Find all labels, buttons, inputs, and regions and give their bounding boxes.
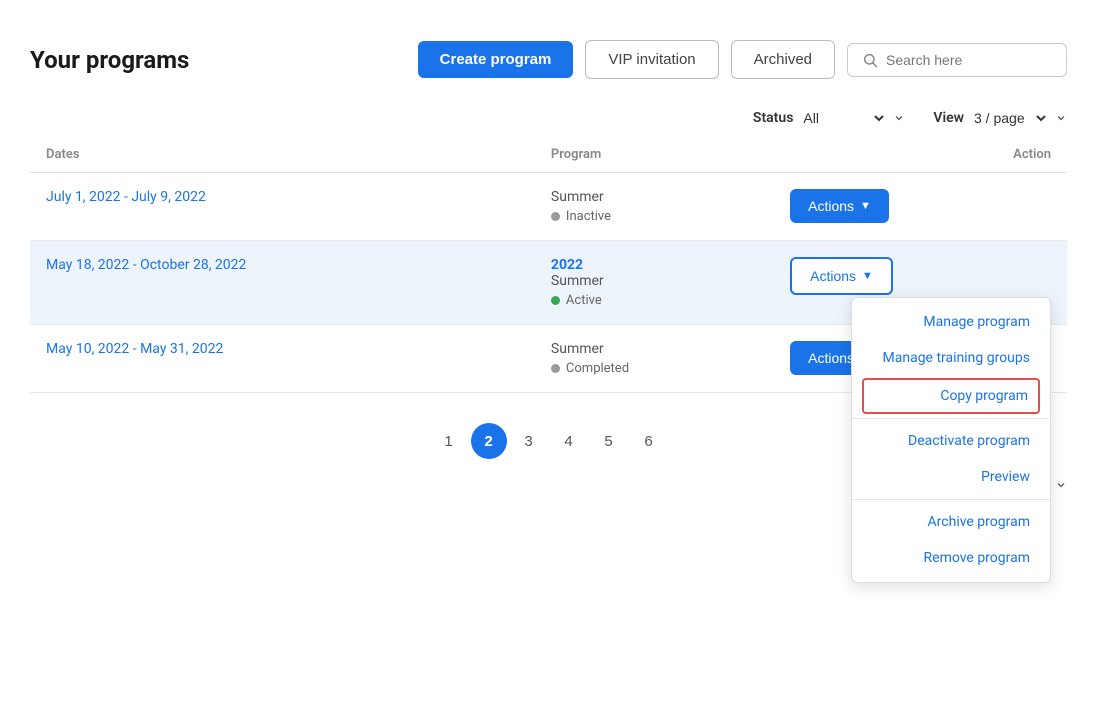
page-3-button[interactable]: 3 bbox=[511, 423, 547, 459]
page-1-button[interactable]: 1 bbox=[431, 423, 467, 459]
programs-table: Dates Program Action July 1, 2022 - July… bbox=[30, 137, 1067, 393]
actions-dropdown: Manage program Manage training groups Co… bbox=[851, 297, 1051, 583]
view-select[interactable]: 3 / page 5 / page 10 / page bbox=[970, 109, 1049, 127]
search-icon bbox=[862, 52, 878, 68]
table-row: May 18, 2022 - October 28, 2022 2022 Sum… bbox=[30, 241, 1067, 325]
dropdown-item-archive-program[interactable]: Archive program bbox=[852, 504, 1050, 540]
dropdown-divider-2 bbox=[852, 499, 1050, 500]
date-cell: July 1, 2022 - July 9, 2022 bbox=[30, 173, 535, 241]
dropdown-item-manage-training-groups[interactable]: Manage training groups bbox=[852, 340, 1050, 376]
page-5-button[interactable]: 5 bbox=[591, 423, 627, 459]
dropdown-item-manage-program[interactable]: Manage program bbox=[852, 304, 1050, 340]
chevron-down-icon bbox=[893, 112, 905, 124]
status-dot-completed bbox=[551, 364, 560, 373]
create-program-button[interactable]: Create program bbox=[418, 41, 574, 78]
date-cell: May 18, 2022 - October 28, 2022 bbox=[30, 241, 535, 325]
vip-invitation-button[interactable]: VIP invitation bbox=[585, 40, 718, 79]
page-4-button[interactable]: 4 bbox=[551, 423, 587, 459]
archived-button[interactable]: Archived bbox=[731, 40, 835, 79]
action-cell: Actions ▼ bbox=[774, 173, 1067, 241]
status-text: Active bbox=[566, 293, 602, 308]
program-cell: Summer Completed bbox=[535, 325, 774, 393]
search-input[interactable] bbox=[886, 52, 1052, 68]
page-title: Your programs bbox=[30, 46, 406, 74]
status-dot-inactive bbox=[551, 212, 560, 221]
dropdown-item-copy-program[interactable]: Copy program bbox=[862, 378, 1040, 414]
search-box bbox=[847, 43, 1067, 77]
status-filter[interactable]: Status All Active Inactive Completed bbox=[753, 109, 905, 127]
col-dates: Dates bbox=[30, 137, 535, 173]
chevron-down-icon bbox=[1055, 479, 1067, 491]
dropdown-item-remove-program[interactable]: Remove program bbox=[852, 540, 1050, 576]
dropdown-item-deactivate-program[interactable]: Deactivate program bbox=[852, 423, 1050, 459]
caret-icon: ▼ bbox=[862, 270, 873, 282]
actions-button-active[interactable]: Actions ▼ bbox=[790, 257, 893, 295]
actions-button[interactable]: Actions ▼ bbox=[790, 189, 889, 223]
dropdown-divider bbox=[852, 418, 1050, 419]
page-6-button[interactable]: 6 bbox=[631, 423, 667, 459]
status-label: Status bbox=[753, 110, 793, 126]
status-text: Inactive bbox=[566, 209, 611, 224]
status-dot-active bbox=[551, 296, 560, 305]
dropdown-item-preview[interactable]: Preview bbox=[852, 459, 1050, 495]
page-2-button[interactable]: 2 bbox=[471, 423, 507, 459]
table-row: July 1, 2022 - July 9, 2022 Summer Inact… bbox=[30, 173, 1067, 241]
view-filter[interactable]: View 3 / page 5 / page 10 / page bbox=[933, 109, 1067, 127]
action-cell: Actions ▼ Manage program Manage training… bbox=[774, 241, 1067, 325]
chevron-down-icon bbox=[1055, 112, 1067, 124]
program-cell: 2022 Summer Active bbox=[535, 241, 774, 325]
status-select[interactable]: All Active Inactive Completed bbox=[799, 109, 887, 127]
program-cell: Summer Inactive bbox=[535, 173, 774, 241]
view-label: View bbox=[933, 110, 964, 126]
date-cell: May 10, 2022 - May 31, 2022 bbox=[30, 325, 535, 393]
col-action: Action bbox=[774, 137, 1067, 173]
status-text: Completed bbox=[566, 361, 629, 376]
col-program: Program bbox=[535, 137, 774, 173]
caret-icon: ▼ bbox=[860, 200, 871, 212]
